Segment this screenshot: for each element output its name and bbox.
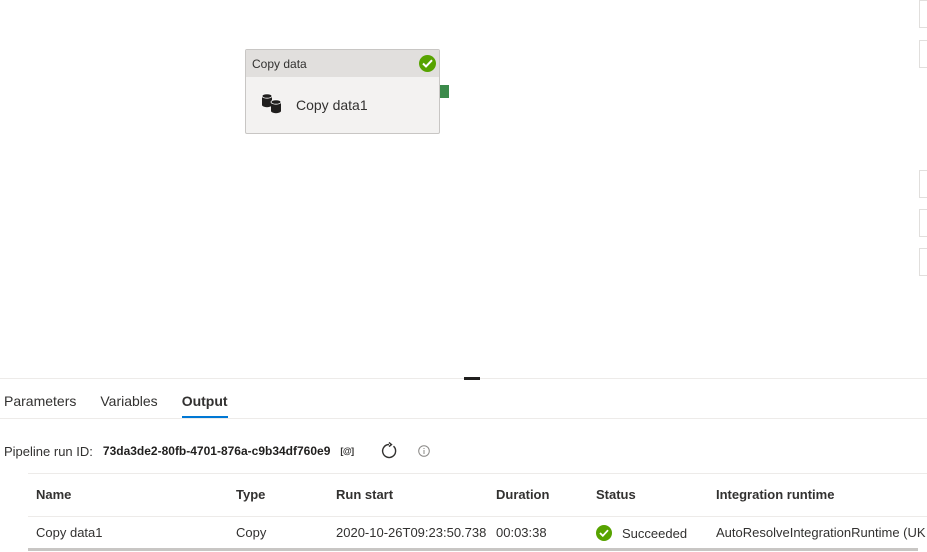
pipeline-canvas[interactable]: Copy data Copy data1 (0, 0, 927, 378)
side-panel-tab[interactable] (919, 40, 927, 68)
activity-header: Copy data (246, 50, 439, 77)
cell-integration-runtime: AutoResolveIntegrationRuntime (UK (716, 525, 926, 540)
activity-name: Copy data1 (296, 97, 368, 113)
side-panel-tab[interactable] (919, 209, 927, 237)
side-panel-tab[interactable] (919, 170, 927, 198)
table-row-divider (28, 516, 927, 517)
activity-type-label: Copy data (252, 56, 307, 71)
column-header-run-start[interactable]: Run start (336, 487, 393, 502)
cell-name: Copy data1 (36, 525, 103, 540)
tab-parameters[interactable]: Parameters (4, 384, 76, 418)
column-header-name[interactable]: Name (36, 487, 71, 502)
column-header-status[interactable]: Status (596, 487, 636, 502)
copy-data-icon (260, 92, 284, 119)
pipeline-run-info: Pipeline run ID: 73da3de2-80fb-4701-876a… (4, 440, 430, 462)
refresh-icon[interactable] (380, 442, 398, 460)
run-id-value: 73da3de2-80fb-4701-876a-c9b34df760e9 (102, 444, 331, 458)
cell-duration: 00:03:38 (496, 525, 547, 540)
run-id-label: Pipeline run ID: (4, 443, 93, 459)
column-header-integration-runtime[interactable]: Integration runtime (716, 487, 834, 502)
bottom-panel-tabs: Parameters Variables Output (0, 384, 252, 418)
tab-variables[interactable]: Variables (100, 384, 157, 418)
copy-activity-node[interactable]: Copy data Copy data1 (245, 49, 440, 134)
column-header-type[interactable]: Type (236, 487, 265, 502)
table-top-rule (28, 473, 927, 474)
side-panel-tab[interactable] (919, 248, 927, 276)
status-text: Succeeded (622, 525, 688, 541)
cell-status: Succeeded (596, 525, 687, 541)
tabs-divider (0, 418, 927, 419)
cell-run-start: 2020-10-26T09:23:50.738 (336, 525, 487, 540)
horizontal-scrollbar[interactable] (28, 548, 918, 551)
check-circle-icon (419, 55, 436, 72)
copy-run-id-button[interactable]: [@] (340, 446, 354, 456)
side-panel-tab[interactable] (919, 0, 927, 28)
success-output-port[interactable] (440, 85, 449, 98)
cell-type: Copy (236, 525, 267, 540)
resize-grip[interactable] (464, 377, 480, 380)
check-circle-icon (596, 525, 612, 541)
tab-output[interactable]: Output (181, 384, 228, 418)
info-icon[interactable] (417, 445, 430, 457)
column-header-duration[interactable]: Duration (496, 487, 549, 502)
